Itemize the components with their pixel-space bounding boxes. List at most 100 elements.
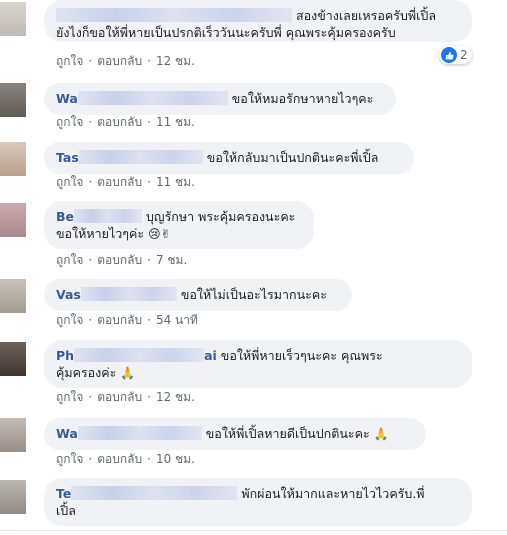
separator-dot: · [88, 115, 93, 129]
avatar[interactable] [0, 279, 26, 313]
blurred-name [56, 8, 292, 22]
blurred-name [80, 287, 177, 301]
commenter-name[interactable]: Wa [56, 91, 78, 106]
comment-text-line1: บุญรักษา พระคุ้มครองนะคะ [146, 209, 296, 224]
blurred-name [77, 91, 228, 105]
like-link[interactable]: ถูกใจ [56, 115, 83, 129]
like-link[interactable]: ถูกใจ [56, 313, 83, 327]
separator-dot: · [88, 390, 93, 404]
blurred-name [77, 426, 202, 440]
reaction-count: 2 [460, 48, 468, 62]
like-link[interactable]: ถูกใจ [56, 452, 83, 466]
reply-link[interactable]: ตอบกลับ [97, 452, 142, 466]
reply-link[interactable]: ตอบกลับ [97, 115, 142, 129]
blurred-name [71, 486, 238, 500]
avatar-image [0, 142, 26, 176]
separator-dot: · [147, 175, 151, 189]
timestamp[interactable]: 12 ชม. [156, 390, 195, 404]
comments-panel: สองข้างเลยเหรอครับพี่เปิ้ล ยังไงก็ขอให้พ… [0, 0, 507, 535]
reaction-badge[interactable]: 2 [439, 46, 472, 64]
comment-bubble: Ph ai ขอให้พี่หายเร็วๆนะคะ คุณพระ คุ้มครอ… [44, 340, 472, 388]
separator-dot: · [147, 313, 151, 327]
comment-text-line1: ขอให้พี่หายเร็วๆนะคะ คุณพระ [220, 348, 383, 363]
comment-text-line2: ยังไงก็ขอให้พี่หายเป็นปรกติเร็ววันนะครับ… [56, 25, 396, 40]
reply-link[interactable]: ตอบกลับ [97, 175, 142, 189]
like-link[interactable]: ถูกใจ [56, 54, 83, 68]
comment-bubble: Tas ขอให้กลับมาเป็นปกตินะคะพี่เปิ้ล [44, 142, 414, 174]
comment-text: ขอให้พี่เปิ้ลหายดีเป็นปกตินะคะ [205, 426, 370, 441]
comment-bubble: Vas ขอให้ไม่เป็นอะไรมากนะคะ [44, 279, 352, 311]
avatar-image [0, 418, 26, 452]
commenter-name[interactable]: Te [56, 486, 71, 501]
comment-bubble: Be บุญรักษา พระคุ้มครองนะคะ ขอให้หายไวๆค… [44, 201, 314, 249]
avatar[interactable] [0, 142, 26, 176]
separator-dot: · [147, 390, 151, 404]
emoji: 😢✌ [148, 227, 171, 241]
comment-text-line1: สองข้างเลยเหรอครับพี่เปิ้ล [295, 8, 436, 23]
avatar[interactable] [0, 418, 26, 452]
commenter-name[interactable]: Tas [56, 150, 79, 165]
commenter-name[interactable]: Vas [56, 287, 81, 302]
commenter-name[interactable]: Wa [56, 426, 78, 441]
divider [0, 530, 507, 535]
avatar[interactable] [0, 342, 26, 376]
separator-dot: · [147, 54, 151, 68]
commenter-name[interactable]: Ph [56, 348, 74, 363]
reply-link[interactable]: ตอบกลับ [97, 253, 142, 267]
reply-link[interactable]: ตอบกลับ [97, 313, 142, 327]
comment-bubble: Wa ขอให้พี่เปิ้ลหายดีเป็นปกตินะคะ 🙏 [44, 418, 426, 450]
separator-dot: · [88, 452, 93, 466]
reply-link[interactable]: ตอบกลับ [97, 54, 142, 68]
blurred-name [78, 150, 203, 164]
commenter-name-tail[interactable]: ai [204, 348, 217, 363]
comment-actions: ถูกใจ · ตอบกลับ · 54 นาที [56, 312, 198, 328]
comment-actions: ถูกใจ · ตอบกลับ · 11 ชม. [56, 114, 195, 130]
separator-dot: · [147, 253, 151, 267]
comment-text-line1: พักผ่อนให้มากและหายไวไวครับ.พี่ [241, 486, 425, 501]
comment-text: ขอให้กลับมาเป็นปกตินะคะพี่เปิ้ล [206, 150, 379, 165]
avatar-image [0, 83, 26, 117]
timestamp[interactable]: 11 ชม. [156, 175, 195, 189]
separator-dot: · [88, 253, 93, 267]
comment-bubble: สองข้างเลยเหรอครับพี่เปิ้ล ยังไงก็ขอให้พ… [44, 0, 472, 42]
avatar-image [0, 2, 26, 36]
avatar-image [0, 203, 26, 237]
reply-link[interactable]: ตอบกลับ [97, 390, 142, 404]
emoji: 🙏 [373, 427, 389, 441]
comment-actions: ถูกใจ · ตอบกลับ · 7 ชม. [56, 252, 187, 268]
comment-actions: ถูกใจ · ตอบกลับ · 10 ชม. [56, 451, 195, 467]
comment-text-line2: เปิ้ล [56, 503, 76, 518]
comment-text-line2: ขอให้หายไวๆค่ะ [56, 226, 145, 241]
comment-text: ขอให้ไม่เป็นอะไรมากนะคะ [180, 287, 327, 302]
comment-actions: ถูกใจ · ตอบกลับ · 12 ชม. [56, 389, 195, 405]
avatar-image [0, 342, 26, 376]
separator-dot: · [88, 313, 93, 327]
blurred-name [74, 348, 205, 362]
comment-actions: ถูกใจ · ตอบกลับ · 11 ชม. [56, 174, 195, 190]
avatar-image [0, 480, 26, 514]
timestamp[interactable]: 10 ชม. [156, 452, 195, 466]
timestamp[interactable]: 11 ชม. [156, 115, 195, 129]
separator-dot: · [88, 175, 93, 189]
blurred-name [74, 209, 143, 223]
like-link[interactable]: ถูกใจ [56, 390, 83, 404]
timestamp[interactable]: 7 ชม. [156, 253, 187, 267]
separator-dot: · [88, 54, 93, 68]
emoji: 🙏 [120, 366, 136, 380]
avatar[interactable] [0, 203, 26, 237]
separator-dot: · [147, 452, 151, 466]
like-link[interactable]: ถูกใจ [56, 253, 83, 267]
like-link[interactable]: ถูกใจ [56, 175, 83, 189]
timestamp[interactable]: 12 ชม. [156, 54, 195, 68]
comment-bubble: Wa ขอให้หมอรักษาหายไวๆคะ [44, 83, 396, 115]
comment-text: ขอให้หมอรักษาหายไวๆคะ [231, 91, 374, 106]
avatar[interactable] [0, 480, 26, 514]
comment-bubble: Te พักผ่อนให้มากและหายไวไวครับ.พี่ เปิ้ล [44, 478, 472, 526]
timestamp[interactable]: 54 นาที [156, 313, 198, 327]
avatar[interactable] [0, 83, 26, 117]
comment-text-line2: คุ้มครองค่ะ [56, 365, 117, 380]
thumbs-up-icon [441, 47, 457, 63]
avatar-image [0, 279, 26, 313]
commenter-name[interactable]: Be [56, 209, 74, 224]
avatar[interactable] [0, 2, 26, 36]
